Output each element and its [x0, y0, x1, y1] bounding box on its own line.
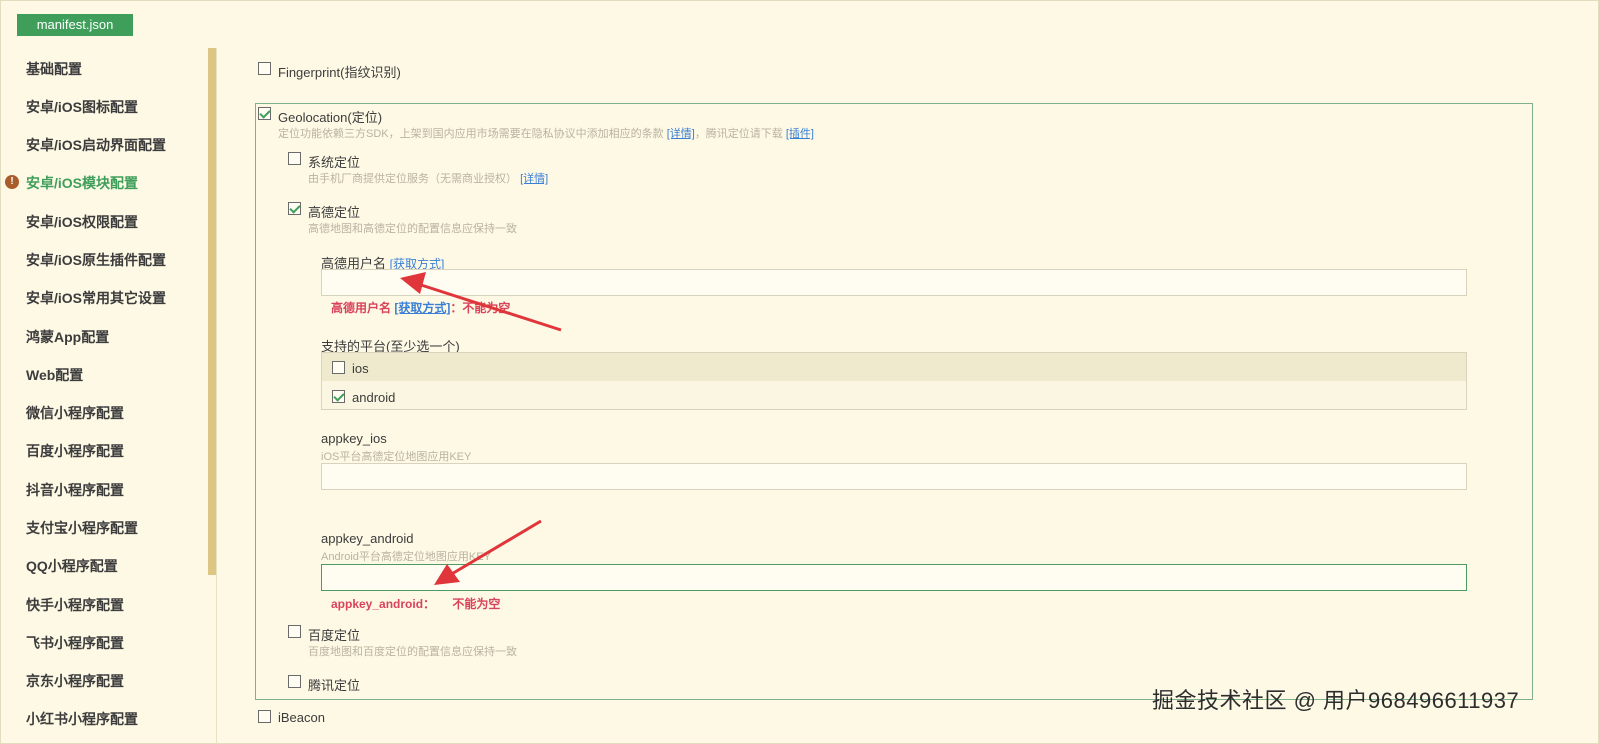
- annotation-arrow-1-shaft: [417, 282, 562, 332]
- annotation-arrow-2-shaft: [449, 519, 542, 577]
- annotation-arrows: [400, 272, 562, 585]
- annotation-arrow-1-head: [400, 272, 426, 294]
- watermark: 掘金技术社区 @ 用户968496611937: [1152, 688, 1520, 713]
- annotation-arrow-2-head: [434, 564, 460, 585]
